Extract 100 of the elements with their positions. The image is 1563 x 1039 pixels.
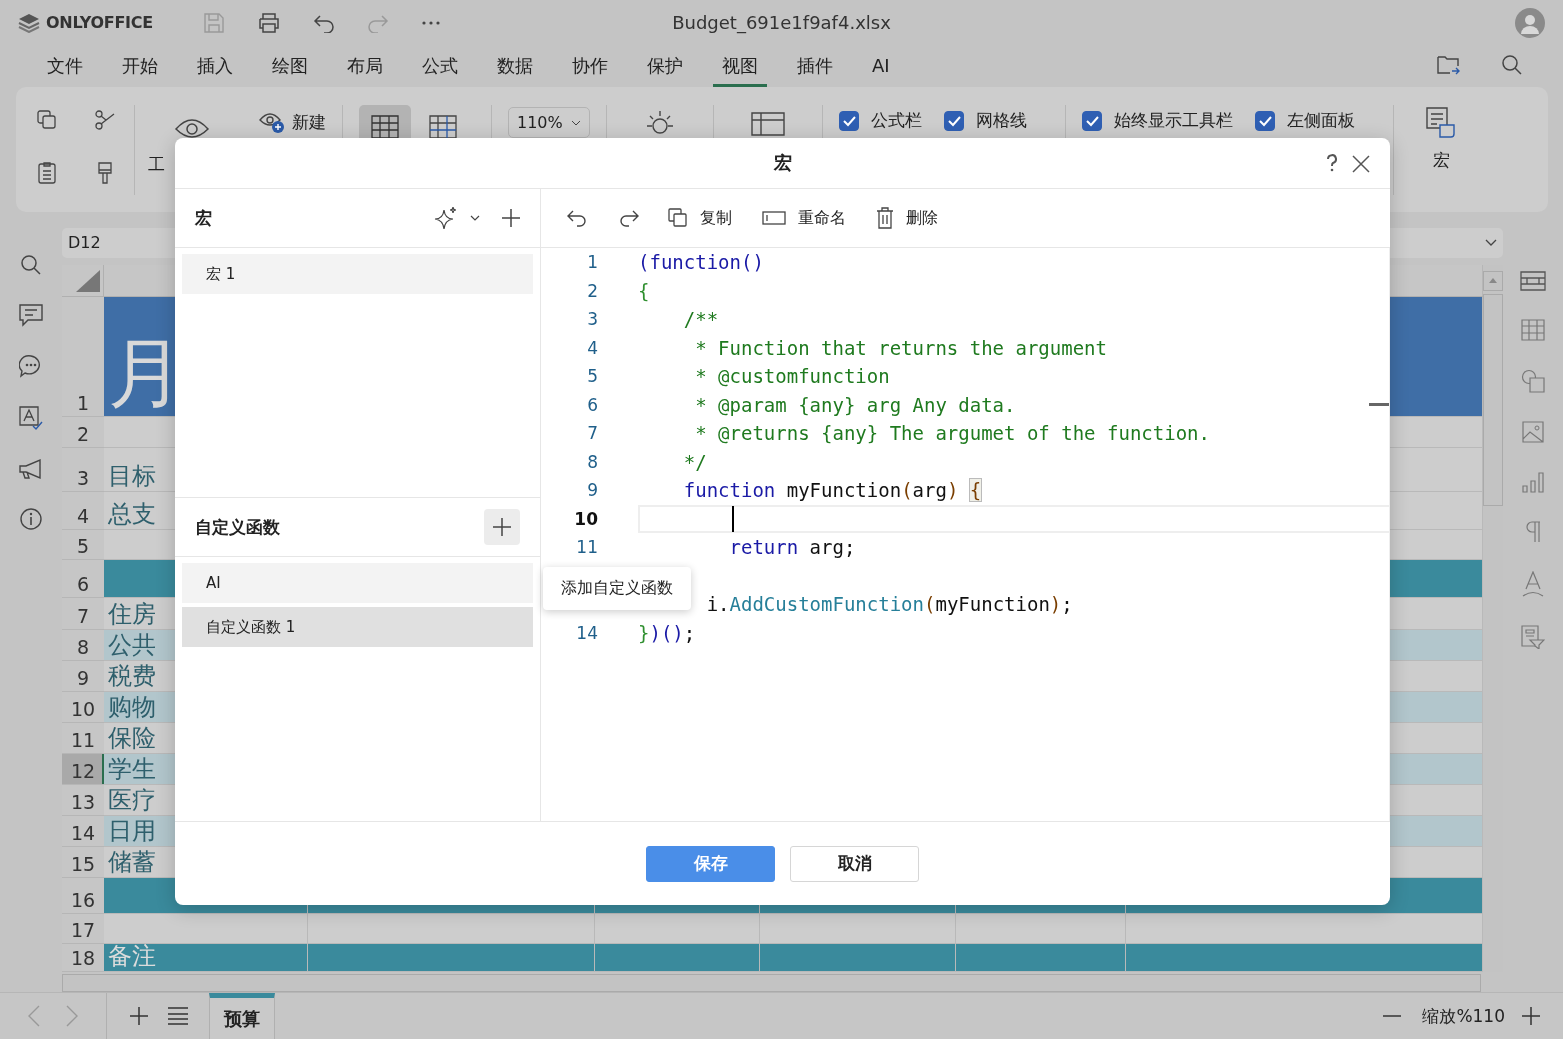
code-line: * @returns {any} The argumet of the function. <box>694 422 1210 445</box>
app-logo: ONLYOFFICE <box>46 13 153 32</box>
print-icon[interactable] <box>256 11 281 34</box>
folder-icon[interactable] <box>1437 54 1461 76</box>
line-number: 8 <box>586 451 598 472</box>
table-cell[interactable] <box>1126 944 1483 972</box>
table-cell[interactable] <box>760 944 956 972</box>
checkbox[interactable]: 网格线 <box>943 109 1027 132</box>
select-all-icon[interactable] <box>76 270 100 292</box>
menu-tab[interactable]: 文件 <box>38 47 92 87</box>
avatar[interactable] <box>1515 7 1545 38</box>
search-icon[interactable] <box>20 254 42 276</box>
info-icon[interactable] <box>19 507 43 531</box>
zoom-out-icon[interactable] <box>1382 1014 1403 1018</box>
chat-icon[interactable] <box>19 354 43 378</box>
text-art-icon[interactable] <box>1522 571 1544 597</box>
table-cell[interactable] <box>956 914 1126 944</box>
text-field-icon <box>762 211 786 225</box>
name-box[interactable]: D12 <box>62 228 175 258</box>
table-cell[interactable] <box>956 944 1126 972</box>
menu-tab[interactable]: AI <box>863 49 899 85</box>
line-number: 5 <box>586 366 598 387</box>
menu-tab[interactable]: 数据 <box>488 47 542 87</box>
code-line: */ <box>682 450 707 473</box>
checkbox[interactable]: 公式栏 <box>838 109 922 132</box>
cell-settings-icon[interactable] <box>1520 271 1546 291</box>
menu-tab[interactable]: 插入 <box>188 47 242 87</box>
code-line: i.AddCustomFunction(myFunction); <box>705 593 1073 616</box>
line-number: 3 <box>586 309 598 330</box>
zoom-level: 缩放%110 <box>1422 1004 1505 1028</box>
line-number: 11 <box>575 537 598 558</box>
macro-icon <box>1424 105 1458 139</box>
table-cell[interactable] <box>595 914 760 944</box>
comment-icon[interactable] <box>18 303 44 327</box>
caret-icon[interactable] <box>1485 239 1497 247</box>
text-cursor <box>731 505 734 532</box>
code-line: return arg; <box>728 536 856 559</box>
menu-tab[interactable]: 协作 <box>563 47 617 87</box>
spellcheck-icon[interactable] <box>18 405 44 431</box>
row-number[interactable]: 12 <box>62 754 104 785</box>
code-line: * Function that returns the argument <box>694 336 1107 359</box>
menu-tab[interactable]: 绘图 <box>263 47 317 87</box>
redo-icon[interactable] <box>618 208 640 228</box>
menu-tab[interactable]: 公式 <box>413 47 467 87</box>
checkbox[interactable]: 始终显示工具栏 <box>1081 109 1233 132</box>
more-icon[interactable] <box>420 19 441 26</box>
menu-tab[interactable]: 布局 <box>338 47 392 87</box>
shapes-icon[interactable] <box>1521 369 1545 393</box>
checkmark-icon <box>841 114 856 127</box>
copy-icon[interactable] <box>36 109 58 131</box>
add-sheet-icon[interactable] <box>129 1006 149 1026</box>
add-icon[interactable] <box>502 209 520 227</box>
scissors-icon[interactable] <box>94 109 116 131</box>
table-cell[interactable] <box>760 914 956 944</box>
table-cell[interactable] <box>104 914 308 944</box>
rename-button[interactable]: 重命名 <box>756 203 852 233</box>
macro-button[interactable]: 宏 <box>1420 105 1462 172</box>
sheet-tab[interactable]: 预算 <box>209 993 275 1039</box>
function-item[interactable]: AI <box>182 563 533 603</box>
megaphone-icon[interactable] <box>18 458 44 480</box>
filter-icon[interactable] <box>1521 625 1545 649</box>
copy-button[interactable]: 复制 <box>662 203 738 233</box>
freeze-panes-icon[interactable] <box>749 109 786 137</box>
menu-tab[interactable]: 开始 <box>113 47 167 87</box>
undo-icon[interactable] <box>312 12 335 33</box>
table-icon[interactable] <box>1521 319 1545 341</box>
table-cell[interactable] <box>308 944 595 972</box>
add-function-button[interactable] <box>484 509 520 545</box>
cancel-button[interactable]: 取消 <box>790 845 919 882</box>
zoom-in-icon[interactable] <box>1521 1006 1541 1026</box>
delete-button[interactable]: 删除 <box>870 203 944 233</box>
table-cell[interactable] <box>1126 914 1483 944</box>
document-title: Budget_691e1f9af4.xlsx <box>672 12 891 33</box>
sheet-list-icon[interactable] <box>167 1007 189 1025</box>
checkbox[interactable]: 左侧面板 <box>1254 109 1355 132</box>
undo-icon[interactable] <box>566 208 588 228</box>
table-cell[interactable] <box>595 944 760 972</box>
code-line: function myFunction(arg) { <box>682 479 982 502</box>
scroll-up-icon[interactable] <box>1483 271 1503 291</box>
paragraph-icon[interactable] <box>1525 521 1541 543</box>
line-number: 2 <box>586 280 598 301</box>
tooltip: 添加自定义函数 <box>543 567 691 610</box>
chart-icon[interactable] <box>1522 471 1544 493</box>
macro-item[interactable]: 宏 1 <box>182 254 533 294</box>
line-number: 9 <box>586 480 598 501</box>
horizontal-scrollbar[interactable] <box>62 974 1481 992</box>
help-icon[interactable] <box>1326 154 1338 172</box>
sparkle-icon[interactable] <box>434 206 458 230</box>
close-icon[interactable] <box>1352 155 1370 173</box>
table-cell[interactable] <box>308 914 595 944</box>
search-icon[interactable] <box>1501 54 1523 76</box>
new-view-button[interactable]: 新建 <box>258 105 326 139</box>
function-item[interactable]: 自定义函数 1 <box>182 607 533 647</box>
clipboard-icon[interactable] <box>36 161 58 185</box>
caret-icon[interactable] <box>470 215 480 221</box>
menu-tab[interactable]: 保护 <box>638 47 692 87</box>
menu-tab[interactable]: 插件 <box>788 47 842 87</box>
line-number: 1 <box>586 252 598 273</box>
image-icon[interactable] <box>1522 421 1544 443</box>
checkmark-icon <box>1084 114 1099 127</box>
